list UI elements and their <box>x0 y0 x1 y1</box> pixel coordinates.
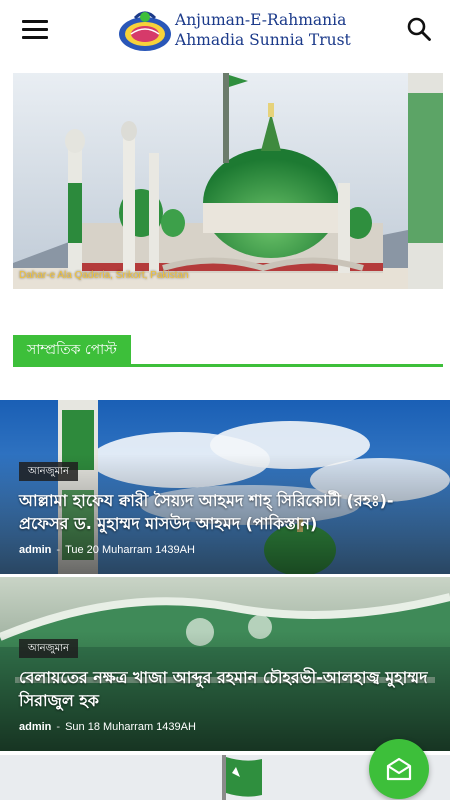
meta-separator: - <box>56 544 61 556</box>
post-card[interactable]: আনজুমান বেলায়তের নক্ষত্র খাজা আব্দুর রহ… <box>0 577 450 751</box>
logo-emblem-icon <box>119 11 171 51</box>
hero-image[interactable]: Dahar-e Ala Qaderia, Srikort, Pakistan <box>13 73 443 289</box>
top-bar: Anjuman-E-Rahmania Ahmadia Sunnia Trust <box>0 0 450 58</box>
contact-fab-button[interactable] <box>369 739 429 799</box>
hero-shrine-illustration <box>13 73 443 289</box>
recent-posts-heading: সাম্প্রতিক পোস্ট <box>13 335 443 367</box>
post-author[interactable]: admin <box>19 544 51 556</box>
post-date: Sun 18 Muharram 1439AH <box>65 721 196 733</box>
page: Anjuman-E-Rahmania Ahmadia Sunnia Trust <box>0 0 450 800</box>
recent-posts-title: সাম্প্রতিক পোস্ট <box>13 335 131 366</box>
logo-text: Anjuman-E-Rahmania Ahmadia Sunnia Trust <box>175 10 351 50</box>
category-badge[interactable]: আনজুমান <box>19 462 79 481</box>
post-title[interactable]: আল্লামা হাফেয ক্বারী সৈয়্যদ আহমদ শাহ্ স… <box>19 489 434 535</box>
search-icon[interactable] <box>406 16 432 42</box>
post-title[interactable]: বেলায়তের নক্ষত্র খাজা আব্দুর রহমান চৌহর… <box>19 666 434 712</box>
logo-line-1: Anjuman-E-Rahmania <box>175 11 347 29</box>
post-meta: admin - Sun 18 Muharram 1439AH <box>19 720 196 734</box>
post-meta: admin - Tue 20 Muharram 1439AH <box>19 543 195 557</box>
category-badge[interactable]: আনজুমান <box>19 639 79 658</box>
site-logo[interactable]: Anjuman-E-Rahmania Ahmadia Sunnia Trust <box>117 8 351 54</box>
meta-separator: - <box>56 721 61 733</box>
mail-envelope-icon <box>386 757 412 781</box>
post-card[interactable]: আনজুমান আল্লামা হাফেয ক্বারী সৈয়্যদ আহম… <box>0 400 450 574</box>
post-author[interactable]: admin <box>19 721 51 733</box>
hero-caption: Dahar-e Ala Qaderia, Srikort, Pakistan <box>19 270 189 281</box>
logo-line-2: Ahmadia Sunnia Trust <box>175 31 351 49</box>
post-date: Tue 20 Muharram 1439AH <box>65 544 195 556</box>
hamburger-menu-icon[interactable] <box>22 16 50 42</box>
